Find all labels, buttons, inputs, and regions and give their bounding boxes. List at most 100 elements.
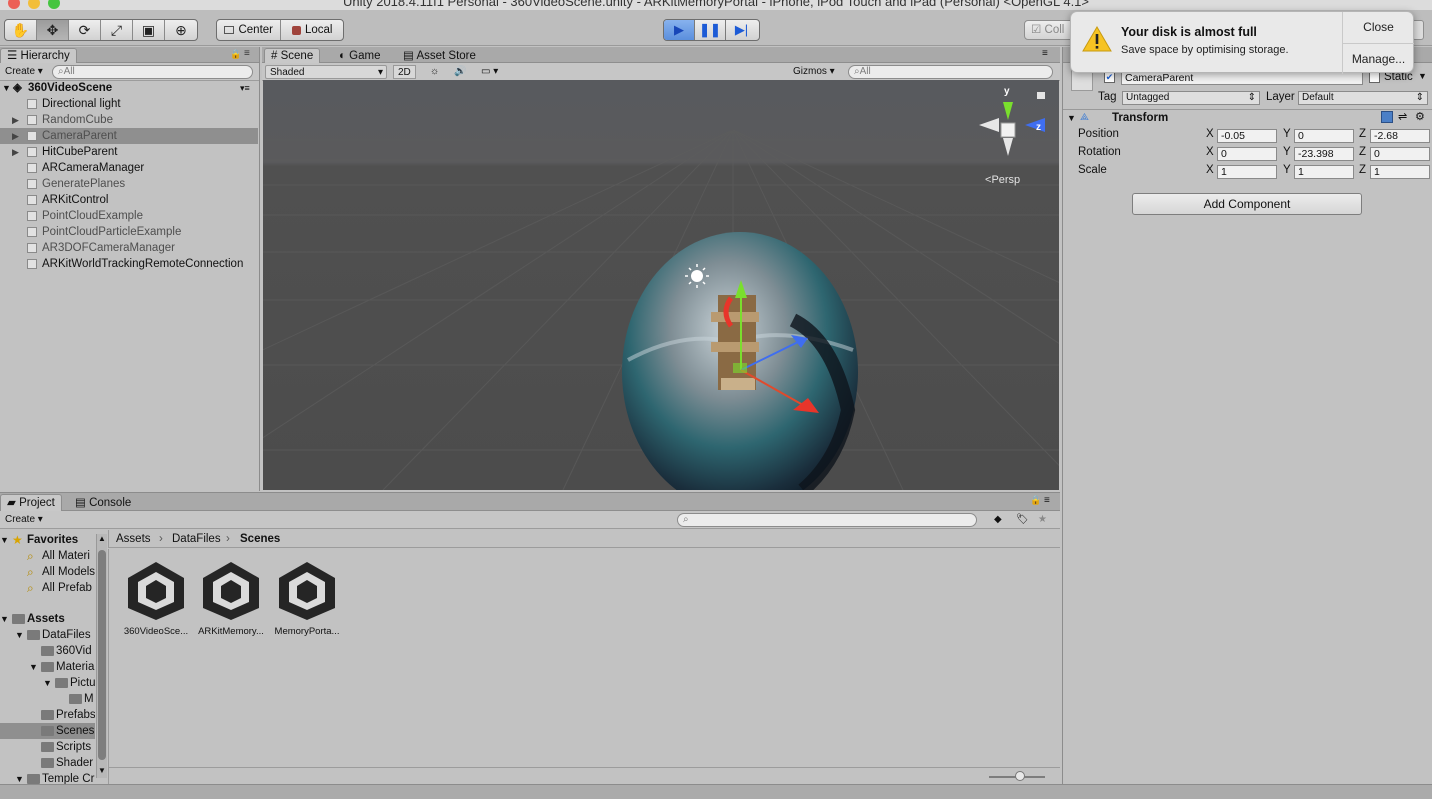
scroll-down-icon[interactable]: ▼ <box>98 766 106 775</box>
lock-icon[interactable]: 🔒 <box>230 49 241 60</box>
favorite-star-icon[interactable]: ★ <box>1034 513 1051 527</box>
breadcrumb-datafiles[interactable]: DataFiles <box>172 530 221 548</box>
assets-tree-item[interactable]: ▼ DataFiles <box>0 627 95 643</box>
transform-fold-icon[interactable]: ▼ <box>1067 113 1076 123</box>
assets-tree-item[interactable]: ▼ Pictu <box>0 675 95 691</box>
asset-file[interactable]: 360VideoSce... <box>116 558 196 637</box>
expand-triangle-icon[interactable]: ▼ <box>0 532 9 548</box>
assets-tree-item[interactable]: Scenes <box>0 723 95 739</box>
lighting-toggle-icon[interactable]: ☼ <box>426 65 443 79</box>
tab-asset-store[interactable]: ▤ Asset Store <box>396 48 483 63</box>
tab-game[interactable]: ◐ Game <box>332 48 387 63</box>
scale-icon[interactable]: ⤢ <box>101 20 133 40</box>
gizmo-lock-icon[interactable] <box>1037 92 1045 99</box>
assets-tree-item[interactable]: 360Vid <box>0 643 95 659</box>
transform-x-field[interactable]: 0 <box>1217 147 1277 161</box>
notification-close-button[interactable]: Close <box>1343 12 1414 43</box>
axis-label[interactable]: X <box>1206 146 1214 158</box>
add-component-button[interactable]: Add Component <box>1132 193 1362 215</box>
filter-label-icon[interactable]: 🏷 <box>1012 513 1033 527</box>
help-book-icon[interactable] <box>1381 111 1393 123</box>
hierarchy-create-button[interactable]: Create ▾ <box>1 65 47 79</box>
assets-tree-item[interactable]: Scripts <box>0 739 95 755</box>
pivot-center-button[interactable]: Center <box>217 20 282 40</box>
pause-button[interactable]: ❚❚ <box>695 20 726 40</box>
transform-icon[interactable]: ⊕ <box>165 20 197 40</box>
hierarchy-item[interactable]: AR3DOFCameraManager <box>0 240 258 256</box>
tag-dropdown[interactable]: Untagged ⇕ <box>1122 91 1260 105</box>
tree-scrollbar[interactable]: ▲ ▼ <box>96 534 107 778</box>
transform-y-field[interactable]: -23.398 <box>1294 147 1354 161</box>
axis-label[interactable]: Z <box>1359 146 1366 158</box>
expand-triangle-icon[interactable]: ▶ <box>12 144 19 160</box>
scene-menu-icon[interactable]: ▾≡ <box>240 80 250 96</box>
draw-mode-dropdown[interactable]: Shaded ▾ <box>265 65 387 79</box>
transform-z-field[interactable]: 1 <box>1370 165 1430 179</box>
project-create-button[interactable]: Create ▾ <box>1 513 47 527</box>
lock-icon[interactable]: 🔒 <box>1030 495 1041 506</box>
tab-scene[interactable]: # Scene <box>264 48 321 63</box>
panel-menu-icon[interactable]: ≡ <box>244 48 250 59</box>
axis-label[interactable]: Z <box>1359 164 1366 176</box>
hierarchy-item[interactable]: ▶ CameraParent <box>0 128 258 144</box>
panel-menu-icon[interactable]: ≡ <box>1044 495 1050 506</box>
hierarchy-item[interactable]: Directional light <box>0 96 258 112</box>
hierarchy-item[interactable]: ARCameraManager <box>0 160 258 176</box>
assets-tree-item[interactable]: ▼ Materia <box>0 659 95 675</box>
scene-root-row[interactable]: ▼ ◈ 360VideoScene ▾≡ <box>0 80 259 96</box>
notification-manage-button[interactable]: Manage... <box>1343 44 1414 74</box>
scene-search-input[interactable]: ⌕All <box>848 65 1053 79</box>
hierarchy-item[interactable]: ARKitControl <box>0 192 258 208</box>
step-button[interactable]: ▶| <box>726 20 757 40</box>
asset-file[interactable]: ARKitMemory... <box>191 558 271 637</box>
tab-hierarchy[interactable]: ☰ Hierarchy <box>0 48 77 63</box>
assets-tree-item[interactable]: Prefabs <box>0 707 95 723</box>
asset-file[interactable]: MemoryPorta... <box>267 558 347 637</box>
hierarchy-item[interactable]: PointCloudParticleExample <box>0 224 258 240</box>
filter-type-icon[interactable]: ◆ <box>990 513 1006 527</box>
expand-triangle-icon[interactable]: ▼ <box>43 675 52 691</box>
favorite-item[interactable]: ⌕ All Models <box>0 564 95 580</box>
pivot-local-button[interactable]: Local <box>281 20 343 40</box>
hierarchy-item[interactable]: ARKitWorldTrackingRemoteConnection <box>0 256 258 272</box>
assets-tree-item[interactable]: ▼ Temple Cr <box>0 771 95 785</box>
transform-y-field[interactable]: 1 <box>1294 165 1354 179</box>
gizmos-dropdown[interactable]: Gizmos ▾ <box>789 65 839 79</box>
expand-triangle-icon[interactable]: ▼ <box>2 80 11 96</box>
tab-project[interactable]: ▰ Project <box>0 494 62 511</box>
favorites-root[interactable]: ▼ ★ Favorites <box>0 532 95 548</box>
move-icon[interactable]: ✥ <box>37 20 69 40</box>
scroll-up-icon[interactable]: ▲ <box>98 534 106 543</box>
expand-triangle-icon[interactable]: ▼ <box>29 659 38 675</box>
scene-viewport[interactable]: y z <Persp <box>263 80 1059 490</box>
breadcrumb-scenes[interactable]: Scenes <box>240 530 280 548</box>
axis-label[interactable]: X <box>1206 164 1214 176</box>
rotate-icon[interactable]: ⟳ <box>69 20 101 40</box>
expand-triangle-icon[interactable]: ▼ <box>15 771 24 785</box>
hand-icon[interactable]: ✋ <box>5 20 37 40</box>
collab-button[interactable]: ☑ Coll <box>1024 20 1074 40</box>
axis-label[interactable]: X <box>1206 128 1214 140</box>
breadcrumb-assets[interactable]: Assets <box>116 530 151 548</box>
audio-toggle-icon[interactable]: 🔊 <box>450 65 470 79</box>
assets-tree-item[interactable]: Shader <box>0 755 95 771</box>
favorite-item[interactable]: ⌕ All Prefab <box>0 580 95 596</box>
axis-label[interactable]: Y <box>1283 146 1291 158</box>
expand-triangle-icon[interactable]: ▶ <box>12 112 19 128</box>
static-dropdown-icon[interactable]: ▼ <box>1418 71 1427 81</box>
rect-icon[interactable]: ▣ <box>133 20 165 40</box>
tab-console[interactable]: ▤ Console <box>68 494 138 511</box>
transform-x-field[interactable]: 1 <box>1217 165 1277 179</box>
icon-size-slider-thumb[interactable] <box>1015 771 1025 781</box>
axis-label[interactable]: Z <box>1359 128 1366 140</box>
assets-tree-item[interactable]: M <box>0 691 95 707</box>
object-name-field[interactable]: CameraParent <box>1121 71 1363 85</box>
transform-z-field[interactable]: -2.68 <box>1370 129 1430 143</box>
layer-dropdown[interactable]: Default ⇕ <box>1298 91 1428 105</box>
favorite-item[interactable]: ⌕ All Materi <box>0 548 95 564</box>
play-button[interactable]: ▶ <box>664 20 695 40</box>
hierarchy-item[interactable]: PointCloudExample <box>0 208 258 224</box>
transform-z-field[interactable]: 0 <box>1370 147 1430 161</box>
axis-label[interactable]: Y <box>1283 128 1291 140</box>
active-checkbox[interactable]: ✔ <box>1104 72 1115 83</box>
